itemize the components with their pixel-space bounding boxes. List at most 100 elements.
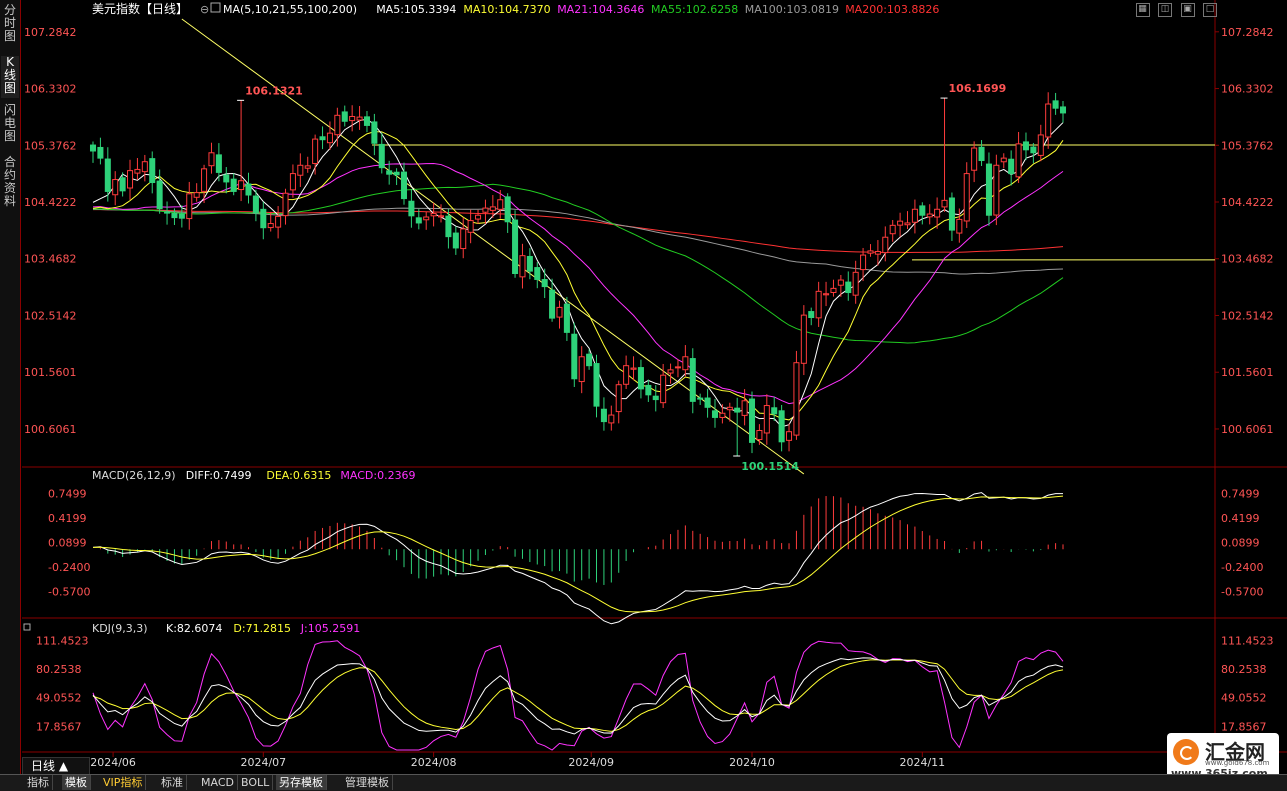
kdj-tick-label-left: 111.4523 — [36, 634, 89, 647]
candle-body — [534, 267, 541, 280]
candle-body — [238, 180, 245, 191]
candle-body — [563, 303, 570, 333]
kdj-tick-label-left: 17.8567 — [36, 720, 82, 733]
candle-body — [578, 356, 585, 383]
y-tick-label-right: 105.3762 — [1221, 139, 1274, 152]
logo-site-small: www.gold678.com — [1205, 759, 1270, 767]
candle-body — [674, 366, 681, 369]
candle-body — [630, 367, 637, 370]
candle-body — [497, 199, 504, 210]
x-tick-label: 2024/07 — [240, 756, 286, 769]
tab-manage-templates[interactable]: 管理模板 — [342, 775, 393, 790]
ma-legend-item: MA21:104.3646 — [557, 3, 644, 16]
candle-body — [304, 165, 311, 169]
candle-body — [1008, 158, 1015, 175]
candle-body — [763, 405, 770, 434]
candle-body — [208, 152, 215, 167]
tab-templates[interactable]: 模板 — [62, 775, 91, 790]
candle-body — [356, 116, 363, 121]
tab-timeshare[interactable]: 分时图 — [1, 4, 19, 46]
candle-body — [186, 193, 193, 220]
candle-body — [815, 290, 822, 319]
candle-body — [593, 363, 600, 407]
tab-indicators[interactable]: 指标 — [24, 775, 53, 790]
candle-body — [734, 407, 741, 413]
grid-icon[interactable]: ▦ — [1135, 3, 1150, 17]
tab-boll[interactable]: BOLL — [238, 775, 274, 790]
period-selector[interactable]: 日线 ▲ — [22, 757, 90, 775]
ma55-line — [92, 183, 1064, 344]
candle-body — [430, 212, 437, 217]
candle-body — [1022, 141, 1029, 151]
candle-body — [860, 254, 867, 271]
candle-body — [289, 173, 296, 191]
candle-body — [349, 116, 356, 122]
y-tick-label-right: 100.6061 — [1221, 423, 1274, 436]
candle-body — [415, 217, 422, 224]
candle-body — [615, 384, 622, 413]
layout-icon[interactable]: ▣ — [1180, 3, 1195, 17]
candle-body — [786, 431, 793, 441]
candle-body — [460, 228, 467, 250]
key-point-label: 106.1321 — [245, 84, 303, 97]
candle-body — [230, 178, 237, 192]
ma-legend-item: MA100:103.0819 — [745, 3, 839, 16]
ma-legend-item: MA(5,10,21,55,100,200) — [223, 3, 357, 16]
key-point-label: 106.1699 — [949, 82, 1007, 95]
split-icon[interactable]: ◫ — [1158, 3, 1172, 17]
macd-tick-label-left: -0.5700 — [48, 585, 90, 598]
left-tab-bar: 分时图 K线图 闪电图 合约资料 — [0, 0, 21, 775]
tab-kline[interactable]: K线图 — [1, 56, 19, 98]
candle-body — [711, 410, 719, 418]
kdj-legend-item: K:82.6074 — [166, 622, 222, 635]
candle-body — [156, 180, 163, 210]
macd-diff-line — [92, 492, 1064, 625]
kdj-tick-label-right: 49.0552 — [1221, 692, 1267, 705]
candle-body — [127, 170, 134, 189]
tab-vip-indicators[interactable]: VIP指标 — [100, 775, 147, 790]
candle-body — [149, 158, 156, 184]
candle-body — [837, 279, 844, 286]
candle-body — [223, 174, 230, 183]
candle-body — [571, 333, 578, 380]
tab-contract-info[interactable]: 合约资料 — [1, 156, 19, 212]
candle-body — [475, 214, 482, 220]
tab-standard[interactable]: 标准 — [158, 775, 187, 790]
candle-body — [1000, 157, 1007, 163]
candle-body — [297, 164, 304, 176]
logo-mark-icon — [1173, 739, 1199, 765]
candle-body — [541, 279, 548, 288]
kdj-tick-label-left: 80.2538 — [36, 663, 82, 676]
candle-body — [452, 232, 459, 249]
window-icon[interactable]: □ — [1203, 3, 1217, 17]
ma-legend-item: MA55:102.6258 — [651, 3, 738, 16]
candle-body — [275, 215, 282, 228]
candle-body — [911, 208, 918, 223]
y-tick-label-left: 105.3762 — [24, 139, 77, 152]
candle-body — [882, 236, 889, 254]
tab-macd[interactable]: MACD — [198, 775, 238, 790]
tab-save-template[interactable]: 另存模板 — [276, 775, 327, 790]
kdj-tick-label-right: 80.2538 — [1221, 663, 1267, 676]
candle-body — [874, 251, 881, 255]
x-tick-label: 2024/11 — [899, 756, 945, 769]
candle-body — [778, 410, 785, 443]
chart-canvas[interactable]: 107.2842 107.2842 106.3302 106.3302 105.3762… — [0, 0, 1287, 790]
candle-body — [489, 206, 496, 211]
candle-body — [467, 220, 474, 233]
tab-flash-chart[interactable]: 闪电图 — [1, 104, 19, 146]
candle-body — [252, 195, 259, 214]
candle-body — [667, 369, 674, 374]
candle-body — [326, 132, 333, 144]
candle-body — [482, 207, 489, 213]
candle-body — [867, 250, 874, 254]
candle-body — [889, 224, 896, 235]
y-tick-label-left: 102.5142 — [24, 309, 77, 322]
candle-body — [830, 287, 837, 293]
y-tick-label-left: 107.2842 — [24, 26, 77, 39]
ma21-line — [92, 162, 1064, 405]
y-tick-label-right: 103.4682 — [1221, 253, 1274, 266]
candle-body — [408, 200, 415, 217]
candle-body — [386, 170, 393, 175]
candle-body — [704, 397, 711, 408]
